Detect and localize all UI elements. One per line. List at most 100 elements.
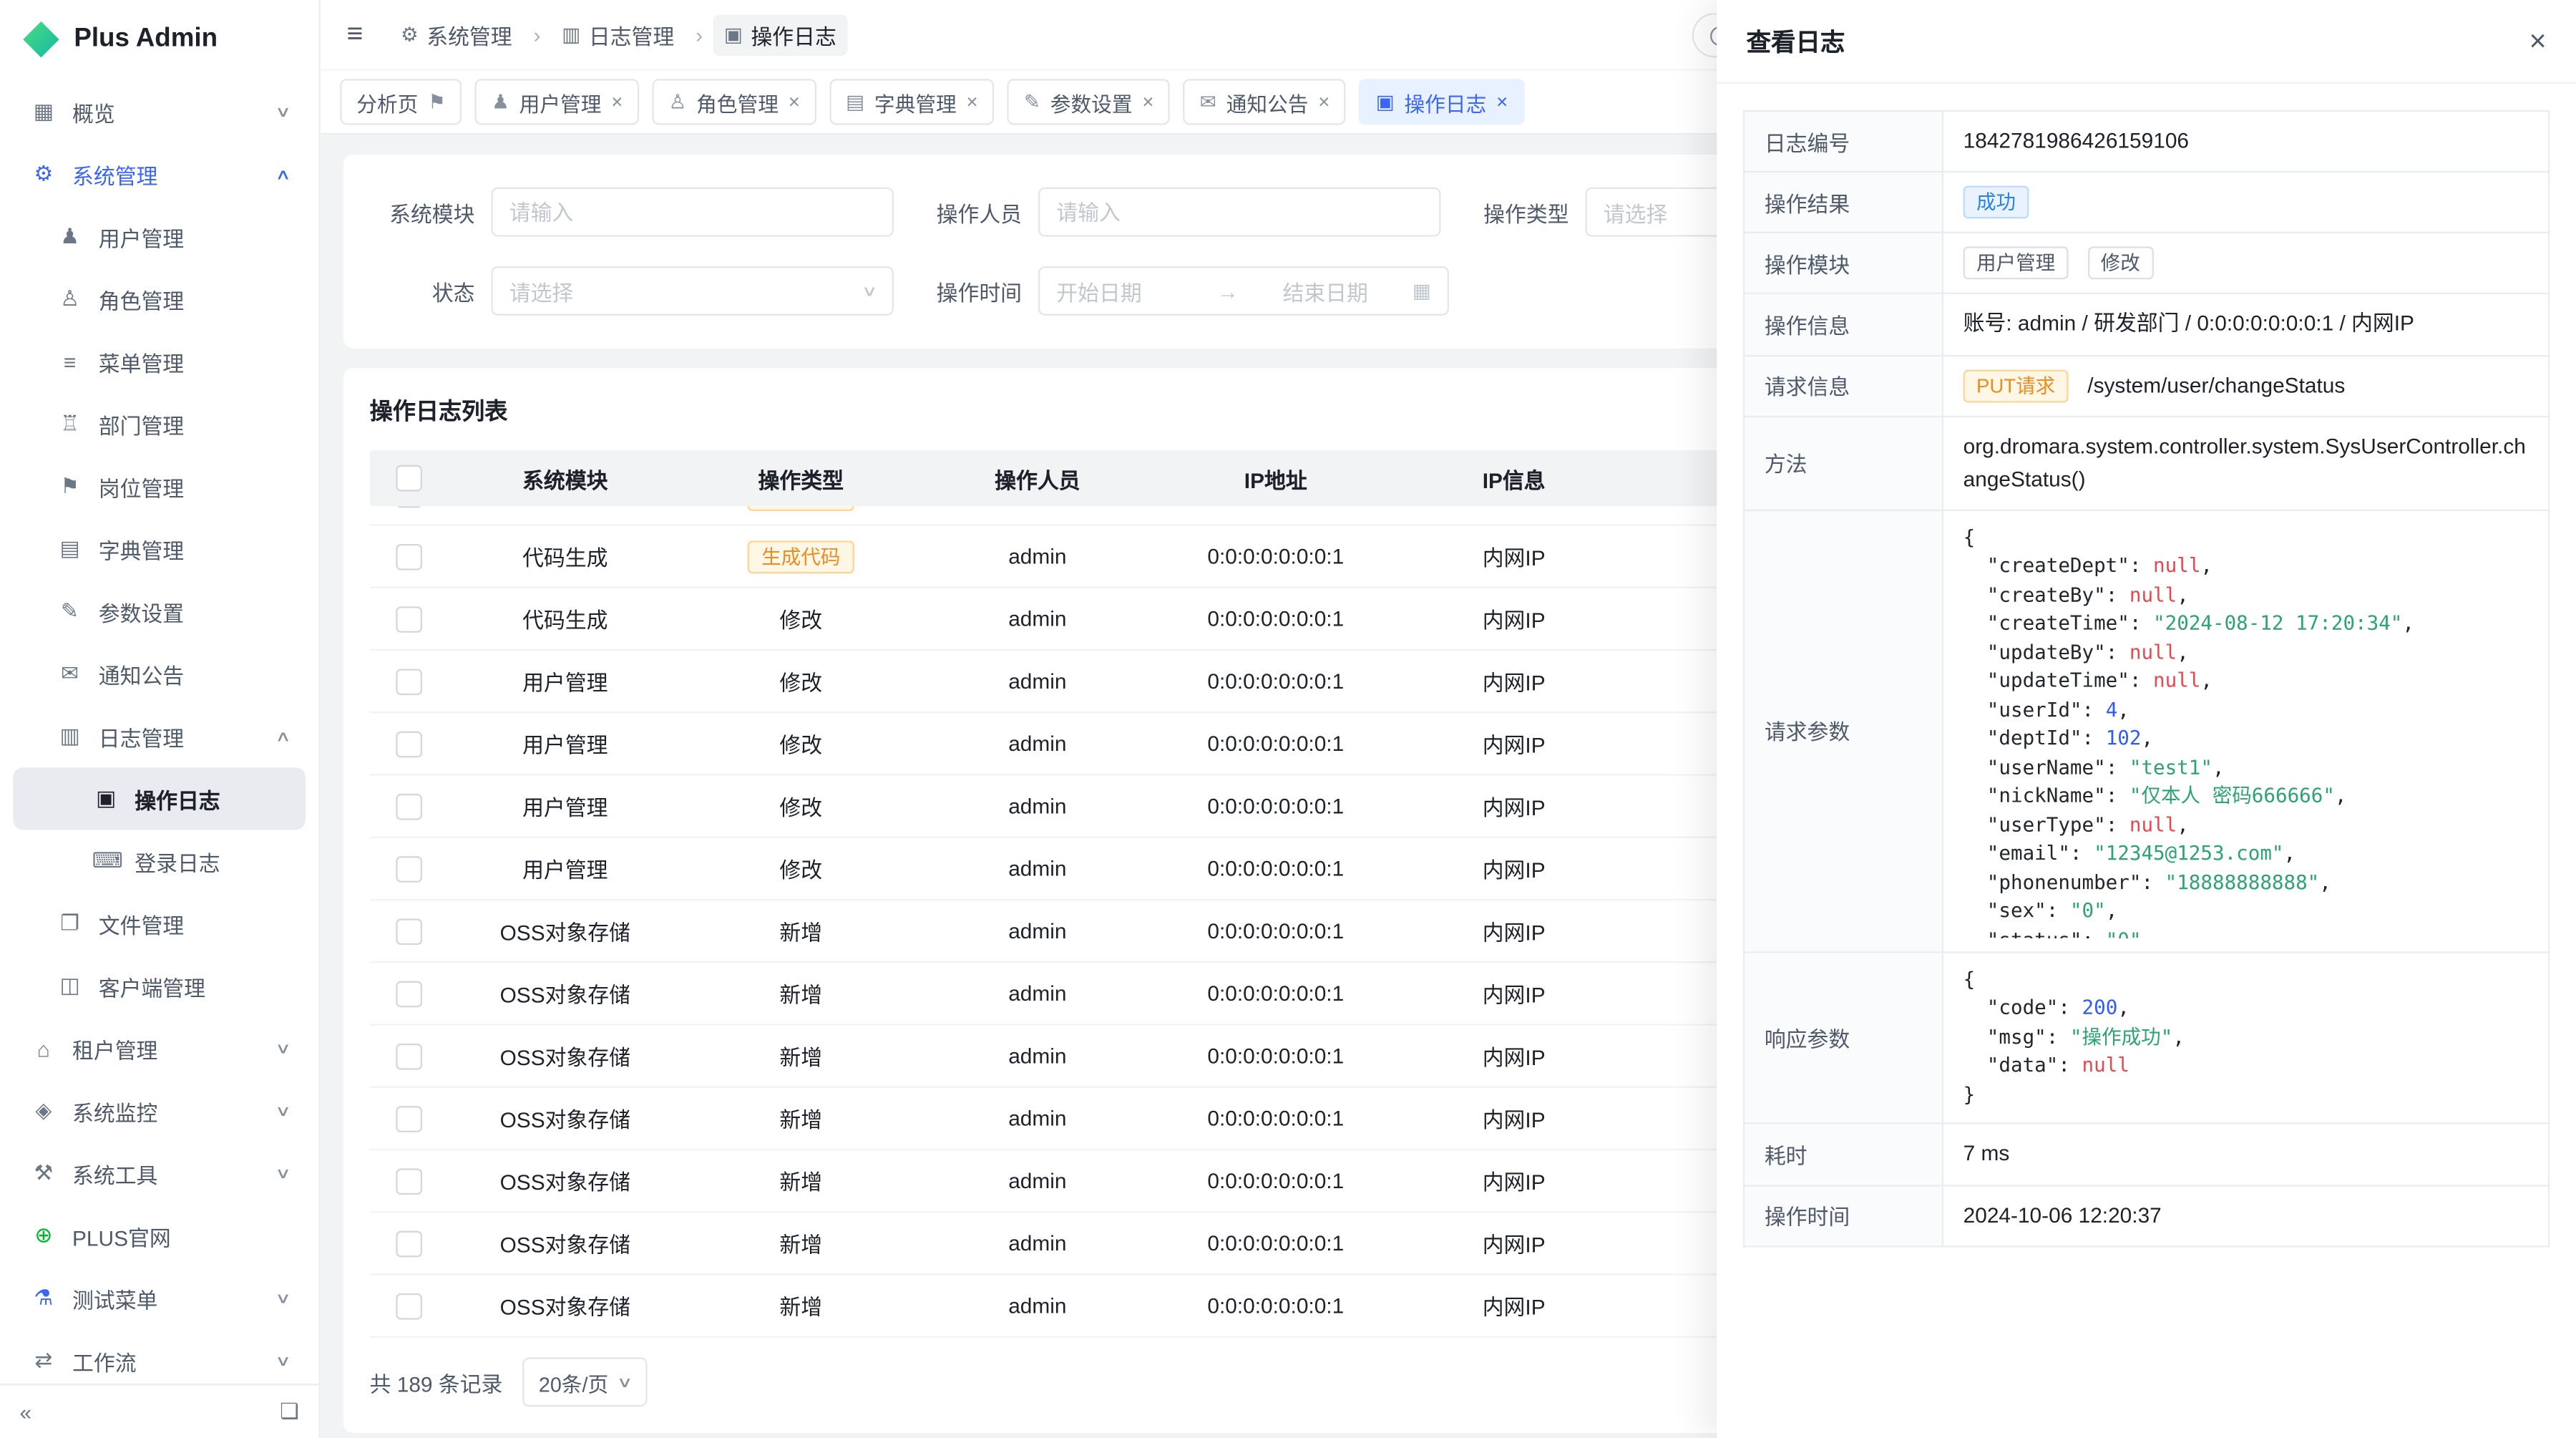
row-checkbox[interactable]	[396, 1168, 422, 1195]
menu-item-icon: ❐	[56, 910, 84, 937]
breadcrumb-item[interactable]: ▣ 操作日志	[713, 14, 848, 55]
detail-label: 操作时间	[1744, 1185, 1943, 1246]
chevron-icon: ∨	[275, 1351, 292, 1369]
row-checkbox[interactable]	[396, 606, 422, 633]
collapse-sidebar-icon[interactable]: «	[20, 1399, 32, 1424]
sidebar-item[interactable]: ▥ 日志管理 ∧	[13, 705, 306, 767]
select-all-checkbox[interactable]	[396, 465, 422, 492]
sidebar-item[interactable]: ◫ 客户端管理	[13, 955, 306, 1017]
cell-operation-type: 修改	[779, 608, 822, 632]
tab[interactable]: 分析页 ⚑	[340, 79, 462, 125]
tab[interactable]: ✉ 通知公告 ×	[1184, 79, 1347, 125]
row-checkbox[interactable]	[396, 506, 422, 507]
cell-operator: admin	[920, 1044, 1155, 1068]
tab-close-icon[interactable]: ×	[1496, 90, 1508, 113]
row-checkbox[interactable]	[396, 981, 422, 1007]
sidebar-item[interactable]: ⚒ 系统工具 ∨	[13, 1142, 306, 1205]
row-checkbox[interactable]	[396, 1230, 422, 1257]
menu-item-label: 客户端管理	[99, 971, 289, 1002]
tab-label: 通知公告	[1226, 87, 1309, 118]
row-checkbox[interactable]	[396, 793, 422, 820]
tab[interactable]: ♙ 角色管理 ×	[653, 79, 816, 125]
sidebar-item[interactable]: ❐ 文件管理	[13, 893, 306, 955]
tab[interactable]: ▤ 字典管理 ×	[829, 79, 994, 125]
sidebar-footer: « ❏	[0, 1384, 318, 1438]
logo-icon	[23, 21, 59, 58]
cell-operator: admin	[920, 981, 1155, 1006]
tab[interactable]: ✎ 参数设置 ×	[1008, 79, 1171, 125]
tab-close-icon[interactable]: ×	[967, 90, 978, 113]
sidebar-item[interactable]: ✎ 参数设置	[13, 580, 306, 642]
row-checkbox[interactable]	[396, 731, 422, 757]
close-icon[interactable]: ×	[2529, 26, 2547, 56]
chevron-icon: ∨	[275, 1039, 292, 1057]
row-checkbox[interactable]	[396, 1106, 422, 1132]
sidebar-item[interactable]: ✉ 通知公告	[13, 643, 306, 705]
app-root: Plus Admin ▦ 概览 ∨ ⚙ 系统管理 ∧ ♟ 用户管理	[0, 0, 2576, 1438]
tab[interactable]: ♟ 用户管理 ×	[475, 79, 639, 125]
time-range-picker[interactable]: 开始日期 → 结束日期 ▦	[1038, 266, 1449, 316]
calendar-icon: ▦	[1413, 279, 1431, 302]
hamburger-menu-icon[interactable]: ≡	[346, 18, 363, 51]
sidebar-item[interactable]: ▣ 操作日志	[13, 767, 306, 830]
status-filter-select[interactable]: 请选择 ∨	[491, 266, 894, 316]
pin-panel-icon[interactable]: ❏	[280, 1399, 299, 1425]
cell-ip-info: 内网IP	[1397, 603, 1631, 635]
request-params-code[interactable]: { "createDept": null, "createBy": null, …	[1963, 524, 2529, 938]
tab-close-icon[interactable]: ×	[1142, 90, 1153, 113]
cell-module: OSS对象存储	[449, 1103, 682, 1135]
sidebar-item[interactable]: ⌂ 租户管理 ∨	[13, 1017, 306, 1079]
row-checkbox[interactable]	[396, 669, 422, 695]
sidebar-item[interactable]: ⚗ 测试菜单 ∨	[13, 1267, 306, 1329]
row-checkbox[interactable]	[396, 1043, 422, 1069]
menu-item-label: 角色管理	[99, 283, 289, 315]
cell-ip-info: 内网IP	[1397, 915, 1631, 947]
detail-label: 日志编号	[1744, 111, 1943, 172]
sidebar-item[interactable]: ⌨ 登录日志	[13, 830, 306, 892]
sidebar-item[interactable]: ▤ 字典管理	[13, 518, 306, 580]
page-size-select[interactable]: 20条/页 ∨	[522, 1357, 647, 1407]
sidebar-item[interactable]: ⚙ 系统管理 ∧	[13, 143, 306, 205]
sidebar-item[interactable]: ⚑ 岗位管理	[13, 455, 306, 518]
detail-row-duration: 耗时 7 ms	[1744, 1124, 2549, 1185]
breadcrumb-item[interactable]: ▥ 日志管理	[550, 14, 686, 55]
row-checkbox[interactable]	[396, 918, 422, 945]
menu-item-icon: ⚗	[29, 1285, 57, 1311]
menu-item-label: 岗位管理	[99, 471, 289, 502]
breadcrumb-label: 操作日志	[751, 19, 836, 50]
row-checkbox[interactable]	[396, 856, 422, 883]
log-id-value: 1842781986426159106	[1943, 111, 2549, 172]
cell-operation-type: 新增	[779, 1295, 822, 1319]
app-logo[interactable]: Plus Admin	[0, 0, 318, 79]
sidebar-item[interactable]: ≡ 菜单管理	[13, 330, 306, 392]
tab-close-icon[interactable]: ⚑	[428, 90, 446, 113]
cell-ip: 0:0:0:0:0:0:0:1	[1155, 1168, 1397, 1192]
cell-ip: 0:0:0:0:0:0:0:1	[1155, 1231, 1397, 1255]
sidebar-item[interactable]: ⇄ 工作流 ∨	[13, 1329, 306, 1384]
sidebar-item[interactable]: ♙ 角色管理	[13, 268, 306, 330]
detail-row-method: 方法 org.dromara.system.controller.system.…	[1744, 416, 2549, 510]
sidebar-item[interactable]: ▦ 概览 ∨	[13, 81, 306, 143]
tab-close-icon[interactable]: ×	[789, 90, 800, 113]
tab-close-icon[interactable]: ×	[1318, 90, 1330, 113]
sidebar-item[interactable]: ♟ 用户管理	[13, 205, 306, 268]
sidebar-item[interactable]: ◈ 系统监控 ∨	[13, 1079, 306, 1142]
operator-filter-input[interactable]	[1038, 188, 1441, 237]
breadcrumb-item[interactable]: ⚙ 系统管理	[389, 14, 524, 55]
cell-module: 用户管理	[449, 728, 682, 759]
module-filter-input[interactable]	[491, 188, 894, 237]
row-checkbox[interactable]	[396, 543, 422, 570]
cell-operation-type: 生成代码	[748, 540, 854, 573]
menu-item-icon: ⚙	[29, 161, 57, 188]
menu-item-label: 测试菜单	[72, 1283, 278, 1314]
cell-ip-info: 内网IP	[1397, 1040, 1631, 1072]
row-checkbox[interactable]	[396, 1293, 422, 1319]
sidebar-item[interactable]: ⊕ PLUS官网	[13, 1205, 306, 1267]
tab[interactable]: ▣ 操作日志 ×	[1360, 79, 1524, 125]
sidebar-item[interactable]: ♖ 部门管理	[13, 393, 306, 455]
detail-row-log-id: 日志编号 1842781986426159106	[1744, 111, 2549, 172]
chevron-icon: ∧	[275, 165, 292, 183]
menu-item-label: 通知公告	[99, 659, 289, 690]
tab-close-icon[interactable]: ×	[611, 90, 623, 113]
tab-label: 用户管理	[519, 87, 602, 118]
